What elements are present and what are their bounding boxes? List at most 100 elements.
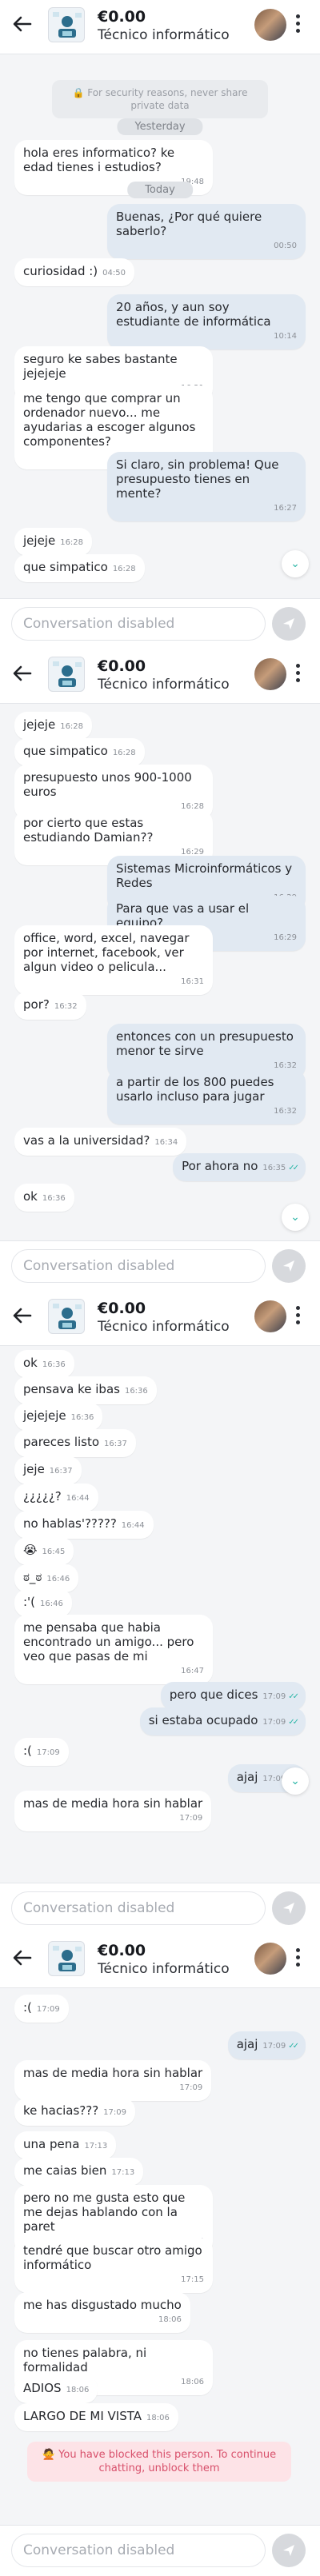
user-avatar[interactable] xyxy=(254,9,286,41)
message-input[interactable]: Conversation disabled xyxy=(11,2534,266,2567)
message-text: vas a la universidad? xyxy=(23,1133,150,1148)
message-text: seguro ke sabes bastante jejejeje xyxy=(23,352,182,381)
message-time: 16:35 xyxy=(262,1164,286,1172)
more-options-icon[interactable] xyxy=(293,13,302,37)
incoming-message: office, word, excel, navegar por interne… xyxy=(14,925,213,995)
chat-header: €0.00 Técnico informático xyxy=(0,1292,320,1346)
send-button[interactable] xyxy=(272,607,306,641)
user-avatar[interactable] xyxy=(254,658,286,690)
product-thumbnail[interactable] xyxy=(48,657,85,692)
product-title[interactable]: Técnico informático xyxy=(98,27,230,43)
message-time: 16:36 xyxy=(124,1387,148,1396)
incoming-message: mas de media hora sin hablar 17:09 xyxy=(14,1791,212,1831)
message-text: no tienes palabra, ni formalidad xyxy=(23,2346,150,2374)
message-text: pareces listo xyxy=(23,1435,100,1449)
message-text: ADIOS xyxy=(23,2381,62,2395)
message-list: jejeje 16:28 que simpatico 16:28 presupuesto… xyxy=(0,704,320,1240)
message-text: 20 años, y aun soy estudiante de informá… xyxy=(116,300,271,329)
back-arrow-icon[interactable] xyxy=(11,13,34,35)
message-input[interactable]: Conversation disabled xyxy=(11,607,266,641)
send-icon xyxy=(283,618,294,629)
incoming-message: :(17:09 xyxy=(14,1995,69,2023)
product-thumbnail[interactable] xyxy=(48,1941,85,1976)
more-options-icon[interactable] xyxy=(293,1947,302,1971)
message-time: 16:28 xyxy=(112,749,136,757)
incoming-message: me pensaba que habia encontrado un amigo… xyxy=(14,1615,213,1684)
product-thumbnail[interactable] xyxy=(48,1299,85,1334)
message-text: me tengo que comprar un ordenador nuevo.… xyxy=(23,391,200,449)
incoming-message: ke hacias??? 17:09 xyxy=(14,2098,135,2126)
message-time: 00:50 xyxy=(274,242,297,250)
message-time: 16:44 xyxy=(66,1494,90,1503)
send-icon xyxy=(283,1260,294,1272)
chat-header: €0.00 Técnico informático xyxy=(0,0,320,54)
message-time: 16:36 xyxy=(42,1194,66,1203)
incoming-message: me caias bien 17:13 xyxy=(14,2158,144,2186)
back-arrow-icon[interactable] xyxy=(11,1947,34,1969)
user-avatar[interactable] xyxy=(254,1300,286,1332)
back-arrow-icon[interactable] xyxy=(11,1304,34,1327)
more-options-icon[interactable] xyxy=(293,662,302,686)
send-button[interactable] xyxy=(272,2534,306,2567)
read-receipt-icon: ✓✓ xyxy=(288,1164,299,1172)
message-text: hola eres informatico? ke edad tienes i … xyxy=(23,146,178,174)
outgoing-message: Por ahora no 16:35 ✓✓ xyxy=(173,1153,306,1181)
outgoing-message: 20 años, y aun soy estudiante de informá… xyxy=(107,294,306,349)
message-time: 16:47 xyxy=(181,1667,204,1675)
read-receipt-icon: ✓✓ xyxy=(288,1718,299,1727)
message-input[interactable]: Conversation disabled xyxy=(11,1249,266,1283)
product-price: €0.00 xyxy=(98,657,146,675)
incoming-message: ¿¿¿¿¿? 16:44 xyxy=(14,1484,98,1512)
message-text: jeje xyxy=(23,1462,45,1476)
message-time: 16:31 xyxy=(181,977,204,986)
send-button[interactable] xyxy=(272,1891,306,1925)
message-text: ke hacias??? xyxy=(23,2103,99,2118)
product-title[interactable]: Técnico informático xyxy=(98,1961,230,1977)
scroll-down-button[interactable]: ⌄ xyxy=(282,1204,309,1231)
incoming-message: jejeje 16:28 xyxy=(14,528,93,556)
message-text: no hablas'????? xyxy=(23,1516,117,1531)
date-separator: Yesterday xyxy=(117,118,203,135)
incoming-message: :'(16:46 xyxy=(14,1589,72,1617)
message-time: 16:28 xyxy=(60,722,84,731)
date-separator: Today xyxy=(127,182,193,198)
message-time: 17:09 xyxy=(36,2005,60,2014)
security-notice: 🔒 For security reasons, never share priv… xyxy=(52,80,268,118)
chat-screen: €0.00 Técnico informático jejeje 16:28 que s… xyxy=(0,649,320,1292)
product-price: €0.00 xyxy=(98,1300,146,1317)
scroll-down-button[interactable]: ⌄ xyxy=(282,550,309,577)
incoming-message: ADIOS 18:06 xyxy=(14,2375,98,2403)
message-text: si estaba ocupado xyxy=(148,1713,258,1727)
incoming-message: mas de media hora sin hablar 17:09 xyxy=(14,2060,212,2101)
message-time: 18:06 xyxy=(146,2414,170,2422)
message-text: me pensaba que habia encontrado un amigo… xyxy=(23,1620,198,1663)
message-text: entonces con un presupuesto menor te sir… xyxy=(116,1029,298,1058)
incoming-message: que simpatico 16:28 xyxy=(14,738,145,766)
message-time: 17:15 xyxy=(181,2275,204,2284)
back-arrow-icon[interactable] xyxy=(11,662,34,685)
message-text: jejeje xyxy=(23,717,56,732)
scroll-down-button[interactable]: ⌄ xyxy=(282,1767,309,1795)
message-text: ok xyxy=(23,1356,38,1370)
product-title[interactable]: Técnico informático xyxy=(98,1319,230,1335)
message-list: ok 16:36 pensava ke ibas 16:36 jejejeje 16:36… xyxy=(0,1346,320,1883)
user-avatar[interactable] xyxy=(254,1943,286,1975)
more-options-icon[interactable] xyxy=(293,1304,302,1328)
product-title[interactable]: Técnico informático xyxy=(98,677,230,693)
message-time: 16:44 xyxy=(121,1521,145,1530)
composer-bar: Conversation disabled xyxy=(0,1240,320,1292)
composer-bar: Conversation disabled xyxy=(0,598,320,649)
message-text: :'( xyxy=(23,1595,36,1609)
message-time: 17:09 xyxy=(262,1718,286,1727)
send-button[interactable] xyxy=(272,1249,306,1283)
product-thumbnail[interactable] xyxy=(48,7,85,42)
message-input[interactable]: Conversation disabled xyxy=(11,1891,266,1925)
message-list: :(17:09 ajaj 17:09 ✓✓ mas de media hora sin … xyxy=(0,1988,320,2525)
message-text: Por ahora no xyxy=(182,1159,258,1173)
outgoing-message: ajaj 17:09✓✓ xyxy=(227,2031,306,2059)
product-price: €0.00 xyxy=(98,1942,146,1959)
message-time: 16:34 xyxy=(154,1138,178,1147)
message-text: :( xyxy=(23,1743,32,1758)
chat-screen: €0.00 Técnico informático:(17:09 ajaj 17:09… xyxy=(0,1934,320,2576)
message-text: ajaj xyxy=(236,2037,258,2051)
